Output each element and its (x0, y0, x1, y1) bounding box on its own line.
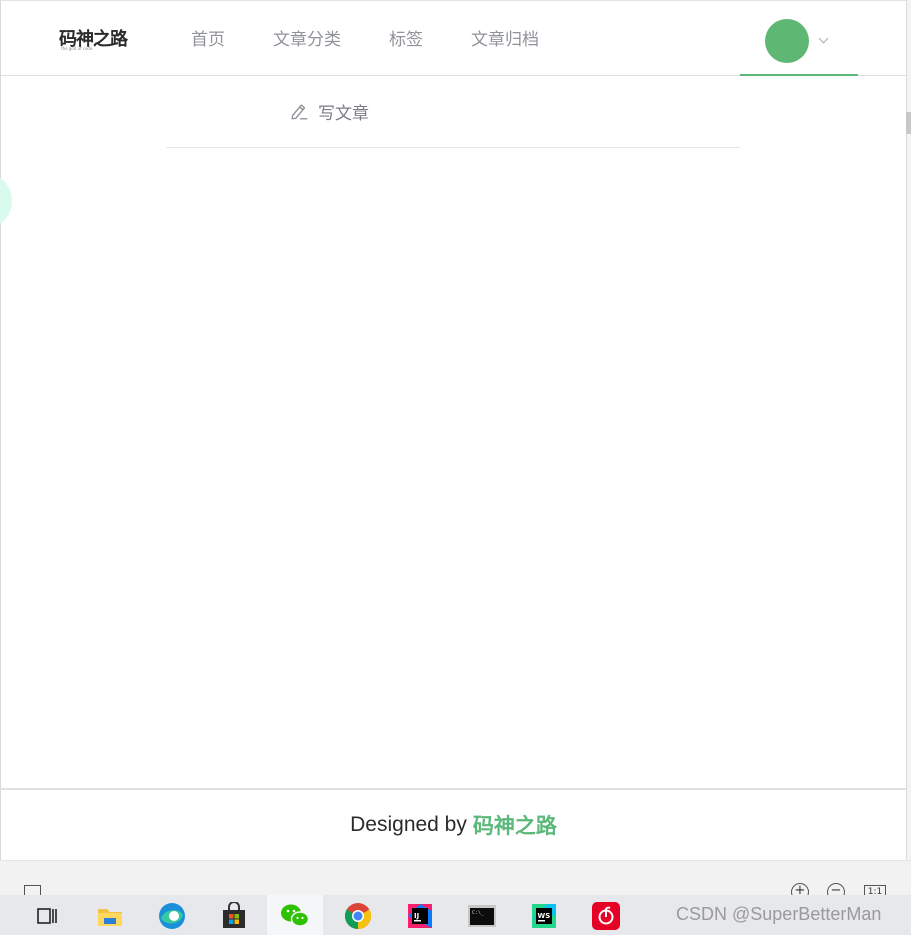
svg-text:WS: WS (538, 912, 551, 920)
viewer-toolbar: + − 1:1 (0, 860, 911, 901)
scrollbar-thumb[interactable] (906, 112, 911, 134)
file-explorer-icon[interactable] (95, 901, 125, 931)
site-header: 码神之路 the god of code 首页 文章分类 标签 文章归档 (1, 5, 906, 76)
nav-item-home[interactable]: 首页 (167, 5, 249, 76)
intellij-icon[interactable]: IJ (405, 901, 435, 931)
terminal-icon[interactable]: C:\_ (467, 901, 497, 931)
avatar[interactable] (765, 19, 809, 63)
nav-item-archive[interactable]: 文章归档 (447, 5, 563, 76)
svg-text:C:\_: C:\_ (472, 910, 485, 916)
watermark: CSDN @SuperBetterMan (676, 904, 882, 924)
logo-subtitle: the god of code (61, 46, 93, 51)
netease-music-icon[interactable] (591, 901, 621, 931)
user-menu[interactable] (740, 5, 858, 76)
footer-brand[interactable]: 码神之路 (473, 810, 557, 840)
nav-submenu: 写文章 (166, 76, 740, 148)
main-nav: 首页 文章分类 标签 文章归档 (167, 5, 563, 76)
site-footer: Designed by 码神之路 (1, 790, 906, 860)
store-icon[interactable] (219, 901, 249, 931)
svg-text:IJ: IJ (414, 912, 419, 920)
nav-item-categories[interactable]: 文章分类 (249, 5, 365, 76)
vertical-scrollbar[interactable] (906, 0, 911, 860)
windows-taskbar: IJ C:\_ WS CSDN @SuperBetterMan (0, 895, 911, 935)
task-view-icon[interactable] (32, 901, 62, 931)
nav-item-tags[interactable]: 标签 (365, 5, 447, 76)
chrome-icon[interactable] (343, 901, 373, 931)
edit-pencil-icon (291, 104, 308, 120)
write-article-button[interactable]: 写文章 (288, 96, 369, 126)
wechat-icon[interactable] (280, 901, 310, 931)
site-logo[interactable]: 码神之路 the god of code (59, 25, 129, 55)
webstorm-icon[interactable]: WS (529, 901, 559, 931)
edge-icon[interactable] (157, 901, 187, 931)
footer-prefix: Designed by (350, 813, 467, 836)
chevron-down-icon[interactable] (818, 33, 829, 44)
write-article-label: 写文章 (318, 103, 369, 124)
